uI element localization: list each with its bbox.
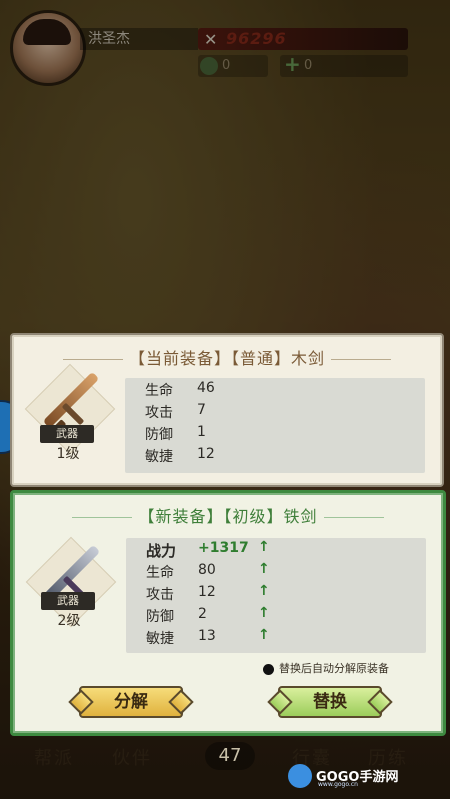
item-level: 1级: [56, 446, 80, 462]
stat-row: 敏捷 12: [145, 446, 215, 465]
weapon-tag: 武器: [40, 425, 94, 443]
stat-row: 生命 46: [145, 380, 215, 399]
power-row: 战力 +1317 ↑: [146, 539, 270, 560]
site-watermark: GOGO手游网 www.gogo.cn: [288, 762, 408, 792]
weapon-tag: 武器: [41, 592, 95, 610]
stat-row: 敏捷 13 ↑: [146, 627, 270, 647]
stat-row: 攻击 7: [145, 402, 206, 421]
up-arrow-icon: ↑: [258, 627, 270, 643]
up-arrow-icon: ↑: [258, 539, 270, 555]
up-arrow-icon: ↑: [258, 605, 270, 621]
current-equipment-title: 【当前装备】【普通】木剑: [12, 345, 442, 369]
radio-dot-icon[interactable]: [263, 663, 274, 675]
new-equipment-panel: 【新装备】【初级】铁剑 武器 2级 战力 +1317 ↑ 生命 80 ↑ 攻击 12 ↑…: [10, 490, 446, 736]
up-arrow-icon: ↑: [258, 561, 270, 577]
auto-decompose-toggle[interactable]: 替换后自动分解原装备: [263, 660, 389, 676]
stat-row: 防御 1: [145, 424, 206, 443]
nav-count: 47: [205, 742, 255, 770]
current-equipment-panel: 【当前装备】【普通】木剑 武器 1级 生命 46 攻击 7 防御 1 敏捷 12: [10, 333, 444, 487]
decompose-button[interactable]: 分解: [79, 686, 183, 718]
new-stats: 战力 +1317 ↑ 生命 80 ↑ 攻击 12 ↑ 防御 2 ↑ 敏捷 13 ↑: [126, 538, 426, 653]
stat-row: 攻击 12 ↑: [146, 583, 270, 603]
up-arrow-icon: ↑: [258, 583, 270, 599]
new-equipment-title: 【新装备】【初级】铁剑: [13, 503, 443, 527]
nav-partners[interactable]: 伙伴: [112, 744, 152, 770]
gogo-logo-icon: [288, 764, 312, 788]
stat-row: 防御 2 ↑: [146, 605, 270, 625]
nav-gang[interactable]: 帮派: [34, 744, 74, 770]
stat-row: 生命 80 ↑: [146, 561, 270, 581]
item-level: 2级: [57, 613, 81, 629]
current-stats: 生命 46 攻击 7 防御 1 敏捷 12: [125, 378, 425, 473]
replace-button[interactable]: 替换: [278, 686, 382, 718]
